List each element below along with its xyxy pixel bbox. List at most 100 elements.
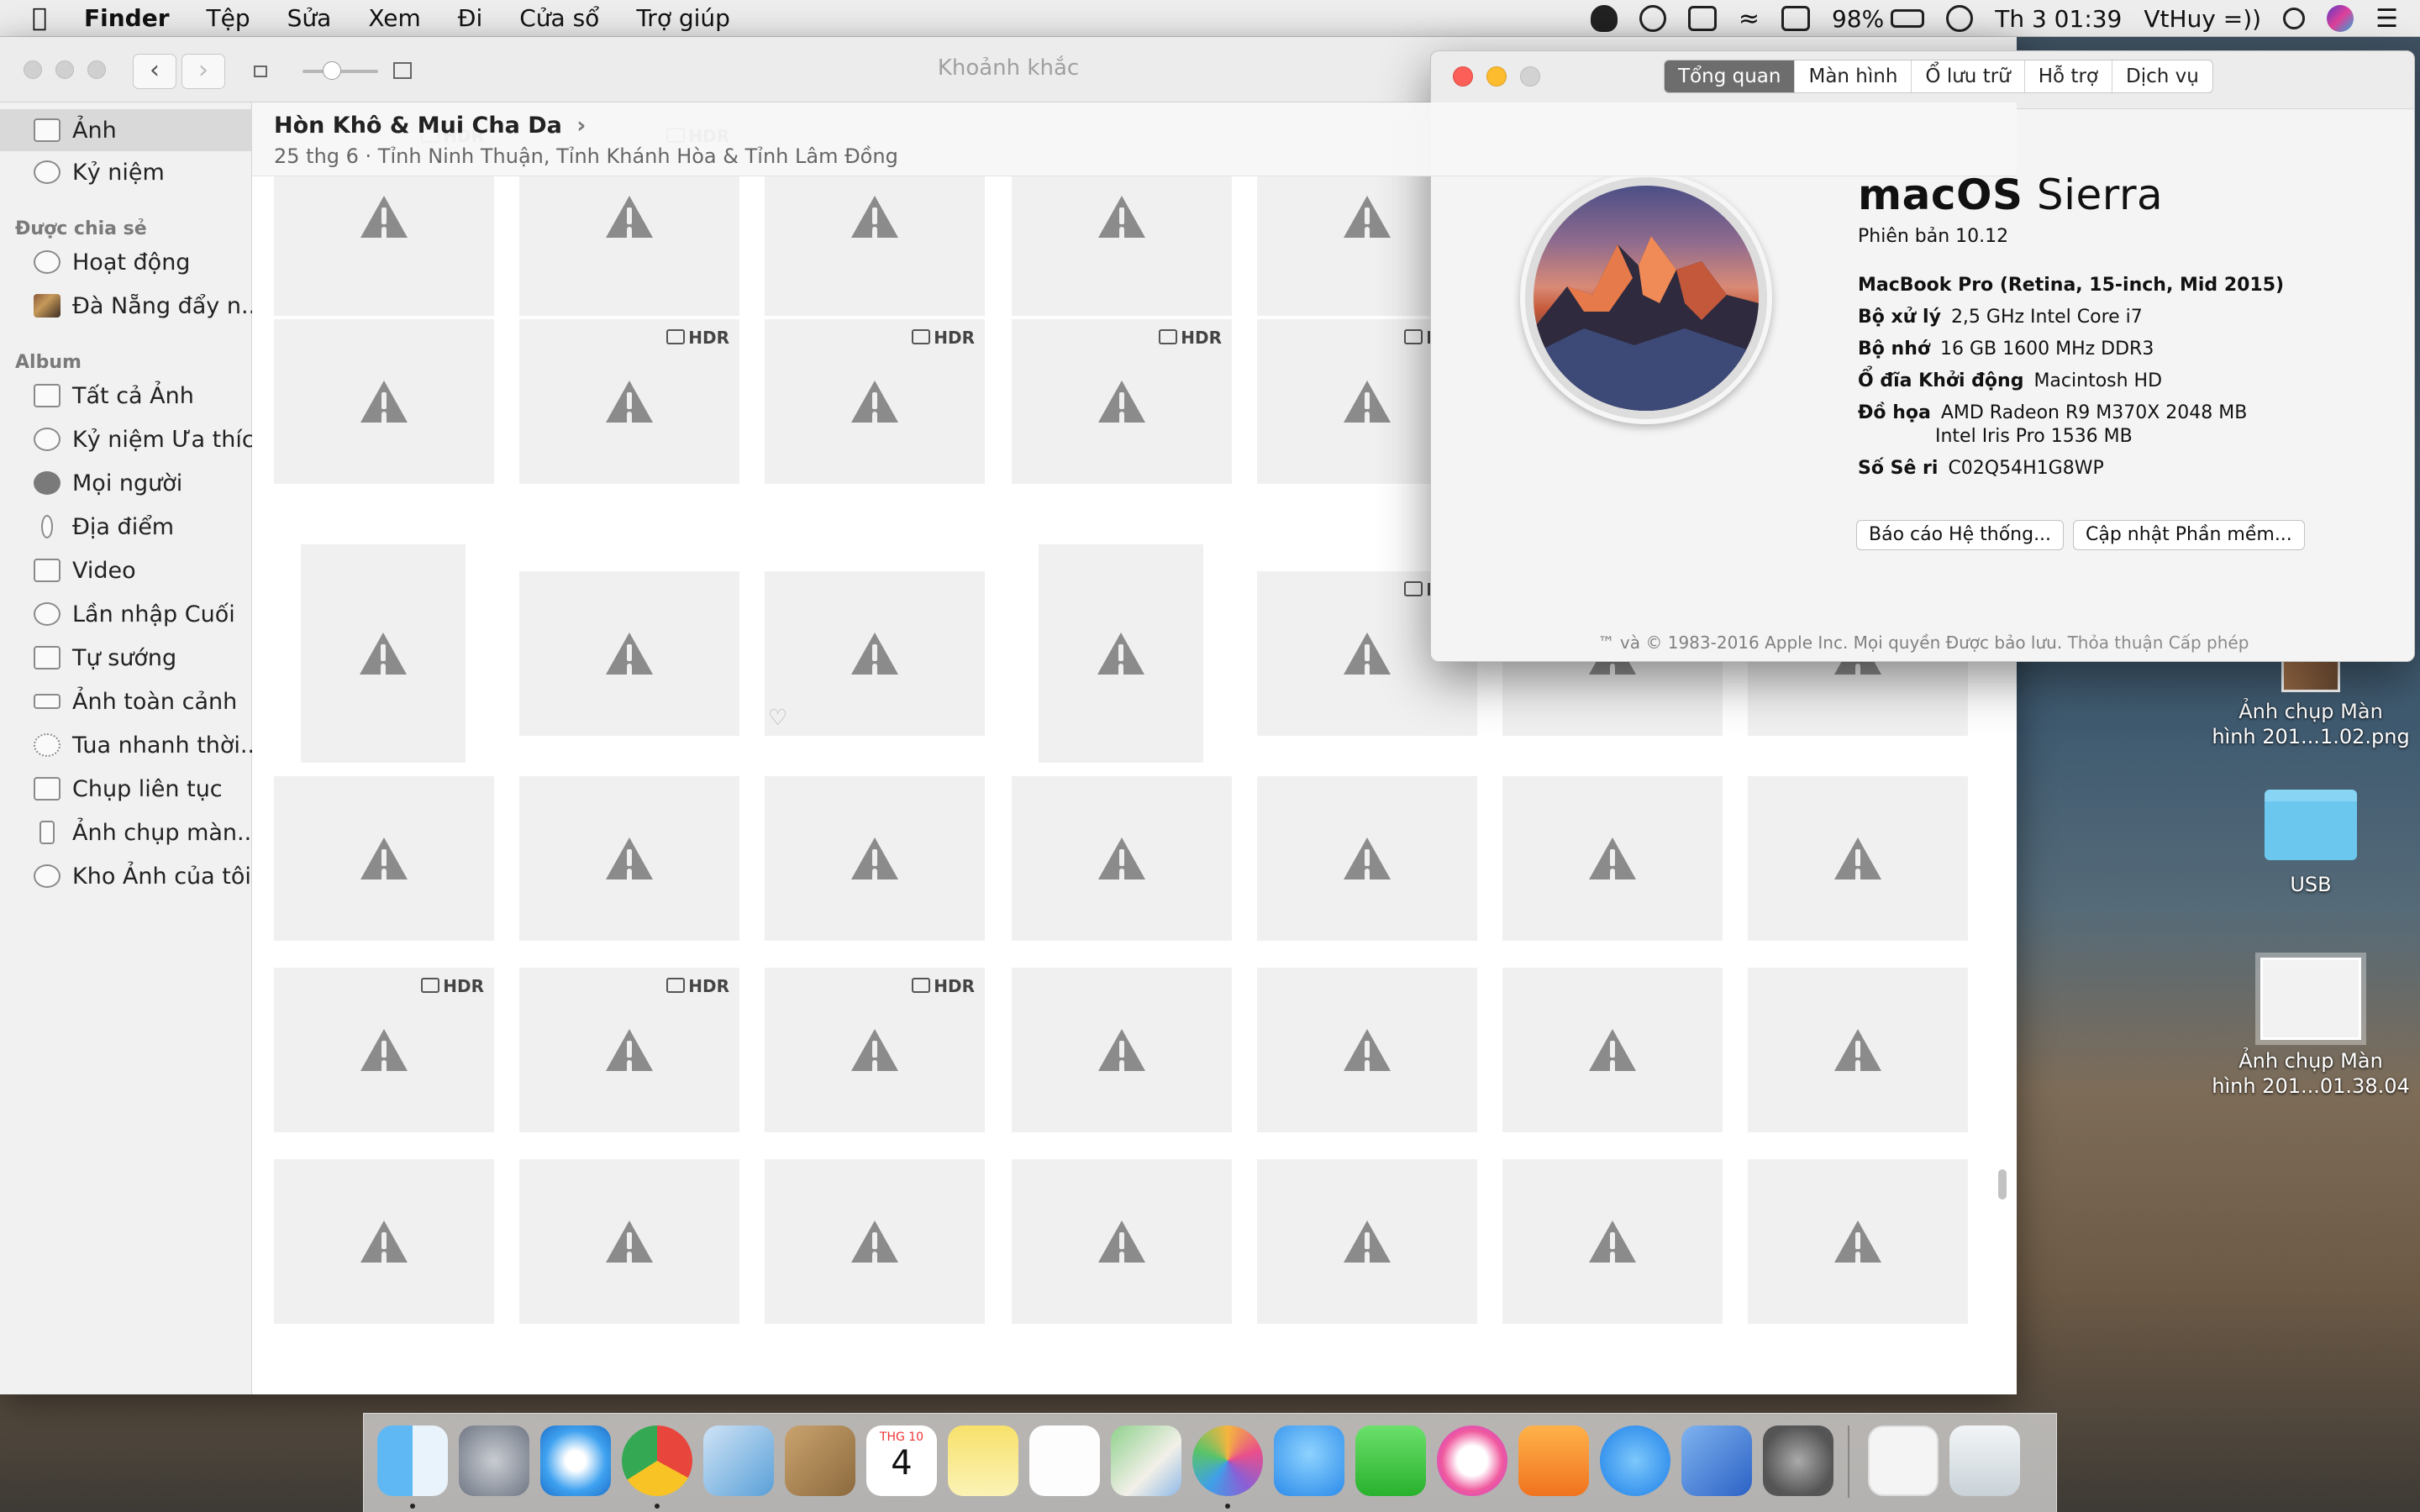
- license-link[interactable]: Thỏa thuận Cấp phép: [2068, 633, 2249, 653]
- photo-tile[interactable]: HDR: [1012, 319, 1232, 484]
- spy-icon[interactable]: [1590, 5, 1618, 32]
- photo-tile[interactable]: HDR: [274, 968, 494, 1132]
- sidebar-item-selfies[interactable]: Tự sướng: [0, 637, 252, 679]
- menu-window[interactable]: Cửa sổ: [519, 4, 599, 32]
- photo-tile[interactable]: [519, 776, 739, 941]
- keynote-icon[interactable]: [1681, 1425, 1752, 1496]
- photo-tile[interactable]: [1012, 968, 1232, 1132]
- menubar-clock[interactable]: Th 3 01:39: [1995, 5, 2122, 33]
- photo-tile[interactable]: [274, 776, 494, 941]
- wifi-icon[interactable]: ≈: [1739, 4, 1760, 34]
- airplay-icon[interactable]: [1781, 6, 1810, 31]
- sidebar-item-my-photo-stream[interactable]: Kho Ảnh của tôi: [0, 855, 252, 897]
- photo-tile[interactable]: HDR: [519, 968, 739, 1132]
- messages-icon[interactable]: [1274, 1425, 1344, 1496]
- sidebar-item-all-photos[interactable]: Tất cả Ảnh: [0, 375, 252, 417]
- menu-app[interactable]: Finder: [84, 4, 170, 32]
- menu-view[interactable]: Xem: [368, 4, 420, 32]
- battery-icon[interactable]: [1891, 9, 1925, 28]
- sidebar-item-memories[interactable]: Kỷ niệm: [0, 151, 252, 193]
- scrollbar-thumb[interactable]: [1998, 1169, 2007, 1200]
- contacts-icon[interactable]: [785, 1425, 855, 1496]
- menu-help[interactable]: Trợ giúp: [636, 4, 730, 32]
- photo-tile[interactable]: [1502, 1159, 1723, 1324]
- desktop-file-screenshot-2[interactable]: Ảnh chụp Màn hình 201...01.38.04: [2185, 958, 2420, 1126]
- sidebar-item-screenshots[interactable]: Ảnh chụp màn...: [0, 811, 252, 853]
- photo-tile[interactable]: HDR: [765, 968, 985, 1132]
- info-circle-icon[interactable]: [1639, 5, 1666, 32]
- mail-icon[interactable]: [703, 1425, 774, 1496]
- photo-tile[interactable]: [765, 1159, 985, 1324]
- minimize-button[interactable]: [1486, 66, 1507, 87]
- photo-tile[interactable]: [1012, 1159, 1232, 1324]
- heart-icon[interactable]: ♡: [768, 706, 787, 731]
- system-preferences-icon[interactable]: [1763, 1425, 1833, 1496]
- display-icon[interactable]: [1687, 6, 1717, 31]
- photo-tile[interactable]: [765, 776, 985, 941]
- moment-title[interactable]: Hòn Khô & Mui Cha Da ›: [274, 113, 586, 139]
- sidebar-item-shared-album[interactable]: Đà Nẵng đẩy n...: [0, 285, 252, 327]
- menu-go[interactable]: Đi: [458, 4, 482, 32]
- sidebar-item-bursts[interactable]: Chụp liên tục: [0, 768, 252, 810]
- tab-support[interactable]: Hỗ trợ: [2025, 60, 2112, 92]
- photo-tile[interactable]: [1257, 776, 1477, 941]
- photo-tile[interactable]: [1748, 1159, 1968, 1324]
- photo-tile[interactable]: [274, 319, 494, 484]
- preview-icon[interactable]: [1868, 1425, 1939, 1496]
- vpn-icon[interactable]: [1946, 5, 1974, 32]
- sidebar-item-favorite-memories[interactable]: Kỷ niệm Ưa thích: [0, 418, 252, 460]
- photo-tile[interactable]: [1012, 776, 1232, 941]
- ibooks-icon[interactable]: [1518, 1425, 1589, 1496]
- photo-tile[interactable]: [1257, 968, 1477, 1132]
- system-report-button[interactable]: Báo cáo Hệ thống...: [1856, 520, 2065, 550]
- sidebar-item-last-import[interactable]: Lần nhập Cuối: [0, 593, 252, 635]
- sidebar-item-timelapse[interactable]: Tua nhanh thời...: [0, 724, 252, 766]
- apple-menu-icon[interactable]: : [32, 3, 47, 33]
- notification-center-icon[interactable]: ☰: [2375, 4, 2398, 34]
- calendar-icon[interactable]: THG 10 4: [866, 1425, 937, 1496]
- sidebar-item-photos[interactable]: Ảnh: [0, 109, 252, 151]
- photo-tile[interactable]: [1502, 968, 1723, 1132]
- facetime-icon[interactable]: [1355, 1425, 1426, 1496]
- reminders-icon[interactable]: [1029, 1425, 1100, 1496]
- photo-tile[interactable]: [519, 571, 739, 736]
- chrome-icon[interactable]: [622, 1425, 692, 1496]
- photo-tile[interactable]: [1748, 968, 1968, 1132]
- launchpad-icon[interactable]: [459, 1425, 529, 1496]
- safari-icon[interactable]: [540, 1425, 611, 1496]
- sidebar-item-people[interactable]: Mọi người: [0, 462, 252, 504]
- photo-tile[interactable]: ♡: [765, 571, 985, 736]
- trash-icon[interactable]: [1949, 1425, 2020, 1496]
- photo-tile[interactable]: [1257, 1159, 1477, 1324]
- sidebar-item-activity[interactable]: Hoạt động: [0, 241, 252, 283]
- close-button[interactable]: [1453, 66, 1473, 87]
- photo-tile[interactable]: [519, 1159, 739, 1324]
- spotlight-icon[interactable]: [2283, 8, 2306, 29]
- moment-header[interactable]: Hòn Khô & Mui Cha Da › 25 thg 6 · Tỉnh N…: [252, 102, 2017, 176]
- photo-tile[interactable]: HDR: [519, 319, 739, 484]
- app-store-icon[interactable]: [1600, 1425, 1670, 1496]
- maps-icon[interactable]: [1111, 1425, 1181, 1496]
- tab-storage[interactable]: Ổ lưu trữ: [1912, 60, 2025, 92]
- menu-edit[interactable]: Sửa: [287, 4, 332, 32]
- siri-icon[interactable]: [2327, 5, 2354, 32]
- sidebar-item-video[interactable]: Video: [0, 549, 252, 591]
- notes-icon[interactable]: [948, 1425, 1018, 1496]
- itunes-icon[interactable]: [1437, 1425, 1507, 1496]
- tab-displays[interactable]: Màn hình: [1795, 60, 1912, 92]
- sidebar-item-panoramas[interactable]: Ảnh toàn cảnh: [0, 680, 252, 722]
- menubar-user[interactable]: VtHuy =)): [2144, 5, 2261, 33]
- tab-service[interactable]: Dịch vụ: [2112, 60, 2212, 92]
- software-update-button[interactable]: Cập nhật Phần mềm...: [2073, 520, 2305, 550]
- photo-tile[interactable]: [274, 1159, 494, 1324]
- desktop-folder-usb[interactable]: USB: [2185, 790, 2420, 916]
- photo-tile[interactable]: [1502, 776, 1723, 941]
- tab-overview[interactable]: Tổng quan: [1665, 60, 1796, 92]
- finder-icon[interactable]: [377, 1425, 448, 1496]
- photos-app-icon[interactable]: [1192, 1425, 1263, 1496]
- photo-tile[interactable]: [1748, 776, 1968, 941]
- photo-tile[interactable]: [301, 544, 466, 763]
- menu-file[interactable]: Tệp: [207, 4, 250, 32]
- photo-tile[interactable]: HDR: [765, 319, 985, 484]
- photo-tile[interactable]: [1039, 544, 1203, 763]
